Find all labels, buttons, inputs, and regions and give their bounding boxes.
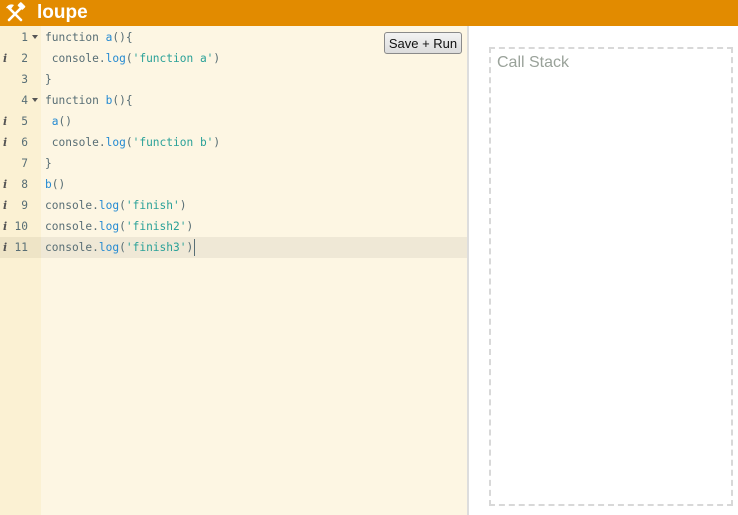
code-text[interactable]: console.log('finish3') bbox=[45, 239, 193, 256]
code-token: ) bbox=[186, 220, 194, 233]
code-token: function bbox=[45, 94, 106, 107]
info-icon[interactable]: i bbox=[3, 176, 9, 193]
gutter-cell: i6 bbox=[0, 132, 41, 153]
code-token: 'finish3' bbox=[125, 241, 187, 254]
code-line[interactable]: 3} bbox=[0, 69, 467, 90]
gutter-cell: 7 bbox=[0, 153, 41, 174]
app-title: loupe bbox=[37, 2, 88, 23]
code-token: console. bbox=[45, 220, 99, 233]
gutter-cell: 4 bbox=[0, 90, 41, 111]
top-bar: loupe bbox=[0, 0, 738, 26]
gutter-cell: 3 bbox=[0, 69, 41, 90]
info-icon[interactable]: i bbox=[3, 134, 9, 151]
code-line[interactable]: i 10 console.log('finish2') bbox=[0, 216, 467, 237]
code-text[interactable]: console.log('finish2') bbox=[45, 218, 193, 235]
code-token: console. bbox=[45, 241, 99, 254]
code-token: console. bbox=[45, 136, 106, 149]
code-token: () bbox=[58, 115, 72, 128]
code-token: console. bbox=[45, 52, 106, 65]
code-text[interactable]: } bbox=[45, 155, 52, 172]
pane-divider[interactable] bbox=[467, 26, 469, 515]
info-icon[interactable]: i bbox=[3, 197, 9, 214]
code-token: log bbox=[98, 220, 120, 233]
code-text[interactable]: } bbox=[45, 71, 52, 88]
code-text[interactable]: console.log('finish') bbox=[45, 197, 187, 214]
gutter-cell: i9 bbox=[0, 195, 41, 216]
code-text[interactable]: function a(){ bbox=[45, 29, 133, 46]
code-editor[interactable]: 1 function a(){i 2 console.log('function a… bbox=[0, 26, 467, 515]
line-number: 10 bbox=[14, 220, 28, 233]
line-number: 6 bbox=[21, 136, 28, 149]
info-icon[interactable]: i bbox=[3, 50, 9, 67]
code-token: ( bbox=[125, 52, 133, 65]
info-icon[interactable]: i bbox=[3, 239, 9, 256]
call-stack-panel: Call Stack bbox=[489, 47, 733, 506]
call-stack-label: Call Stack bbox=[497, 54, 570, 71]
code-token: log bbox=[98, 241, 120, 254]
code-text[interactable]: function b(){ bbox=[45, 92, 133, 109]
gutter-cell: 1 bbox=[0, 27, 41, 48]
gutter-cell: i2 bbox=[0, 48, 41, 69]
gutter-cell: i 11 bbox=[0, 237, 41, 258]
code-token: 'finish2' bbox=[125, 220, 187, 233]
save-run-button[interactable]: Save + Run bbox=[384, 32, 462, 54]
code-token: ) bbox=[186, 241, 194, 254]
line-number: 9 bbox=[21, 199, 28, 212]
code-token: log bbox=[98, 199, 120, 212]
line-number: 4 bbox=[21, 94, 28, 107]
code-token: 'function a' bbox=[132, 52, 214, 65]
code-token: a bbox=[51, 115, 59, 128]
line-number: 7 bbox=[21, 157, 28, 170]
code-text[interactable]: b() bbox=[45, 176, 65, 193]
line-number: 5 bbox=[21, 115, 28, 128]
gutter-cell: i8 bbox=[0, 174, 41, 195]
code-token: log bbox=[105, 52, 126, 65]
code-token: ( bbox=[125, 136, 133, 149]
fold-arrow-icon[interactable] bbox=[32, 35, 38, 39]
line-number: 8 bbox=[21, 178, 28, 191]
code-token: (){ bbox=[112, 31, 133, 44]
hammer-and-pick-icon bbox=[6, 2, 26, 22]
code-line[interactable]: i5 a() bbox=[0, 111, 467, 132]
code-token: b bbox=[45, 178, 52, 191]
code-token: () bbox=[51, 178, 66, 191]
code-token: 'finish' bbox=[125, 199, 180, 212]
code-line[interactable]: i 11 console.log('finish3') bbox=[0, 237, 467, 258]
code-token: ) bbox=[179, 199, 187, 212]
gutter-cell: i 10 bbox=[0, 216, 41, 237]
line-number: 2 bbox=[21, 52, 28, 65]
line-number: 1 bbox=[21, 31, 28, 44]
code-token: ( bbox=[119, 241, 126, 254]
code-line[interactable]: i 9 console.log('finish') bbox=[0, 195, 467, 216]
line-number: 3 bbox=[21, 73, 28, 86]
fold-arrow-icon[interactable] bbox=[32, 98, 38, 102]
code-token: ( bbox=[119, 220, 126, 233]
code-line[interactable]: i 8 b() bbox=[0, 174, 467, 195]
code-token: ) bbox=[213, 136, 221, 149]
code-token: } bbox=[45, 73, 52, 86]
code-token: log bbox=[105, 136, 126, 149]
gutter-cell: i5 bbox=[0, 111, 41, 132]
code-text[interactable]: console.log('function b') bbox=[45, 134, 220, 151]
info-icon[interactable]: i bbox=[3, 218, 9, 235]
code-token: 'function b' bbox=[132, 136, 214, 149]
code-line[interactable]: 4 function b(){ bbox=[0, 90, 467, 111]
code-text[interactable]: a() bbox=[45, 113, 72, 130]
code-token: (){ bbox=[112, 94, 133, 107]
text-cursor bbox=[194, 239, 195, 256]
info-icon[interactable]: i bbox=[3, 113, 9, 130]
code-text[interactable]: console.log('function a') bbox=[45, 50, 220, 67]
code-token: ) bbox=[213, 52, 221, 65]
code-token: function bbox=[45, 31, 106, 44]
code-line[interactable]: 7} bbox=[0, 153, 467, 174]
code-token: } bbox=[45, 157, 52, 170]
code-token: console. bbox=[45, 199, 99, 212]
line-number: 11 bbox=[14, 241, 28, 254]
code-line[interactable]: i6 console.log('function b') bbox=[0, 132, 467, 153]
code-token: ( bbox=[119, 199, 126, 212]
